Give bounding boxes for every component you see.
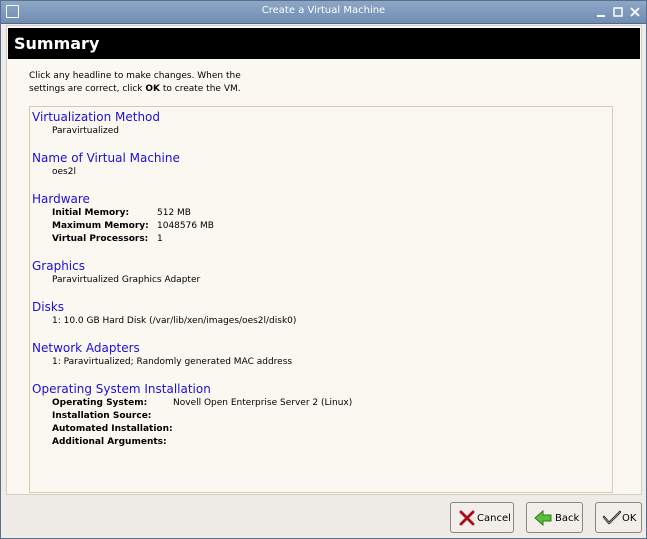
cancel-button-label: Cancel <box>477 513 511 524</box>
page-title: Summary <box>14 34 100 53</box>
virtualization-method-value: Paravirtualized <box>52 126 120 136</box>
virtual-processors-label: Virtual Processors: <box>52 234 149 244</box>
maximum-memory-value: 1048576 MB <box>157 221 214 231</box>
virtual-processors-value: 1 <box>157 234 163 244</box>
ok-button[interactable]: OK <box>595 502 642 533</box>
heading-os-installation[interactable]: Operating System Installation <box>32 382 211 396</box>
intro-text: Click any headline to make changes. When… <box>29 70 289 96</box>
back-button-label: Back <box>555 513 580 524</box>
vm-name-value: oes2l <box>52 167 76 177</box>
x-icon <box>457 509 477 527</box>
heading-virtualization-method[interactable]: Virtualization Method <box>32 110 160 124</box>
minimize-icon[interactable] <box>594 5 608 19</box>
window-title: Create a Virtual Machine <box>261 5 386 16</box>
intro-line-2-pre: settings are correct, click <box>29 84 146 94</box>
cancel-button[interactable]: Cancel <box>450 502 514 533</box>
intro-line-2: settings are correct, click OK to create… <box>29 83 289 96</box>
heading-network-adapters[interactable]: Network Adapters <box>32 341 140 355</box>
initial-memory-value: 512 MB <box>157 208 191 218</box>
graphics-value: Paravirtualized Graphics Adapter <box>52 275 201 285</box>
operating-system-value: Novell Open Enterprise Server 2 (Linux) <box>173 398 353 408</box>
ok-check-icon <box>602 509 622 527</box>
network-adapters-value: 1: Paravirtualized; Randomly generated M… <box>52 357 293 367</box>
operating-system-label: Operating System: <box>52 398 148 408</box>
intro-line-2-post: to create the VM. <box>160 84 241 94</box>
installation-source-label: Installation Source: <box>52 411 152 421</box>
intro-line-1: Click any headline to make changes. When… <box>29 71 241 81</box>
heading-graphics[interactable]: Graphics <box>32 259 85 273</box>
summary-header: Summary <box>8 28 640 59</box>
initial-memory-label: Initial Memory: <box>52 208 130 218</box>
additional-arguments-label: Additional Arguments: <box>52 437 167 447</box>
heading-disks[interactable]: Disks <box>32 300 64 314</box>
maximum-memory-label: Maximum Memory: <box>52 221 149 231</box>
dialog-window: Create a Virtual Machine Summary Click a… <box>0 0 647 539</box>
heading-hardware[interactable]: Hardware <box>32 192 90 206</box>
disks-value: 1: 10.0 GB Hard Disk (/var/lib/xen/image… <box>52 316 297 326</box>
heading-vm-name[interactable]: Name of Virtual Machine <box>32 151 180 165</box>
intro-ok-bold: OK <box>145 84 160 94</box>
ok-button-label: OK <box>622 513 637 524</box>
maximize-icon[interactable] <box>611 5 625 19</box>
close-icon[interactable] <box>628 5 642 19</box>
automated-installation-label: Automated Installation: <box>52 424 173 434</box>
title-bar[interactable]: Create a Virtual Machine <box>1 1 646 24</box>
back-arrow-icon <box>533 509 553 527</box>
back-button[interactable]: Back <box>526 502 583 533</box>
summary-box: Virtualization Method Paravirtualized Na… <box>29 106 613 493</box>
